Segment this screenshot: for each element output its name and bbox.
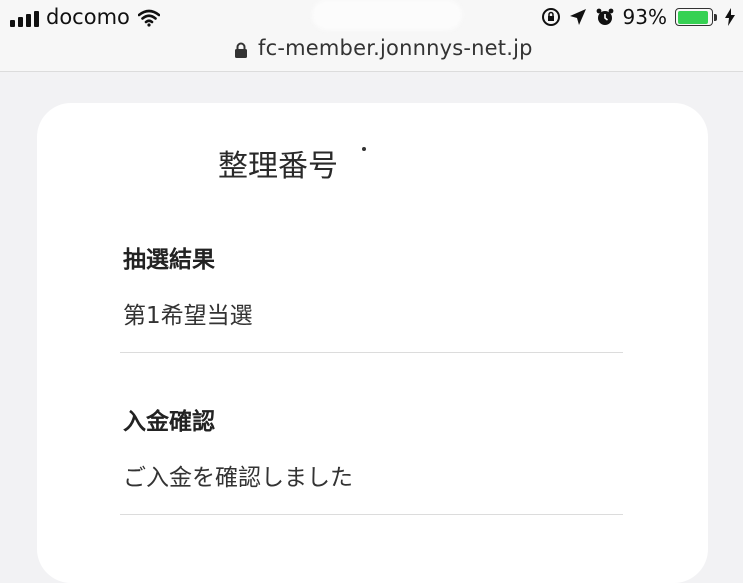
ticket-card: 整理番号 抽選結果 第1希望当選 入金確認 ご入金を確認しました	[37, 103, 708, 583]
ticket-number-label: 整理番号	[218, 149, 338, 184]
section-divider	[120, 352, 623, 353]
lottery-result-value: 第1希望当選	[123, 303, 253, 329]
signal-icon	[10, 11, 39, 27]
redacted-area	[312, 0, 462, 30]
ticket-number-dot	[362, 147, 366, 151]
battery-icon	[675, 8, 717, 26]
orientation-lock-icon	[541, 8, 560, 26]
payment-confirmation-label: 入金確認	[123, 409, 215, 435]
charging-icon	[725, 8, 735, 26]
url-text[interactable]: fc-member.jonnnys-net.jp	[258, 36, 533, 60]
carrier-name: docomo	[46, 5, 130, 29]
wifi-icon	[138, 9, 160, 27]
location-icon	[569, 9, 586, 25]
status-bar: docomo 93%	[0, 0, 743, 34]
battery-percent: 93%	[622, 5, 667, 29]
alarm-icon	[596, 8, 613, 25]
status-right-group: 93%	[541, 5, 735, 29]
browser-url-bar[interactable]: fc-member.jonnnys-net.jp	[0, 34, 743, 72]
lock-icon	[235, 42, 247, 58]
section-divider	[120, 514, 623, 515]
lottery-result-label: 抽選結果	[123, 247, 215, 273]
payment-confirmation-value: ご入金を確認しました	[123, 465, 353, 491]
